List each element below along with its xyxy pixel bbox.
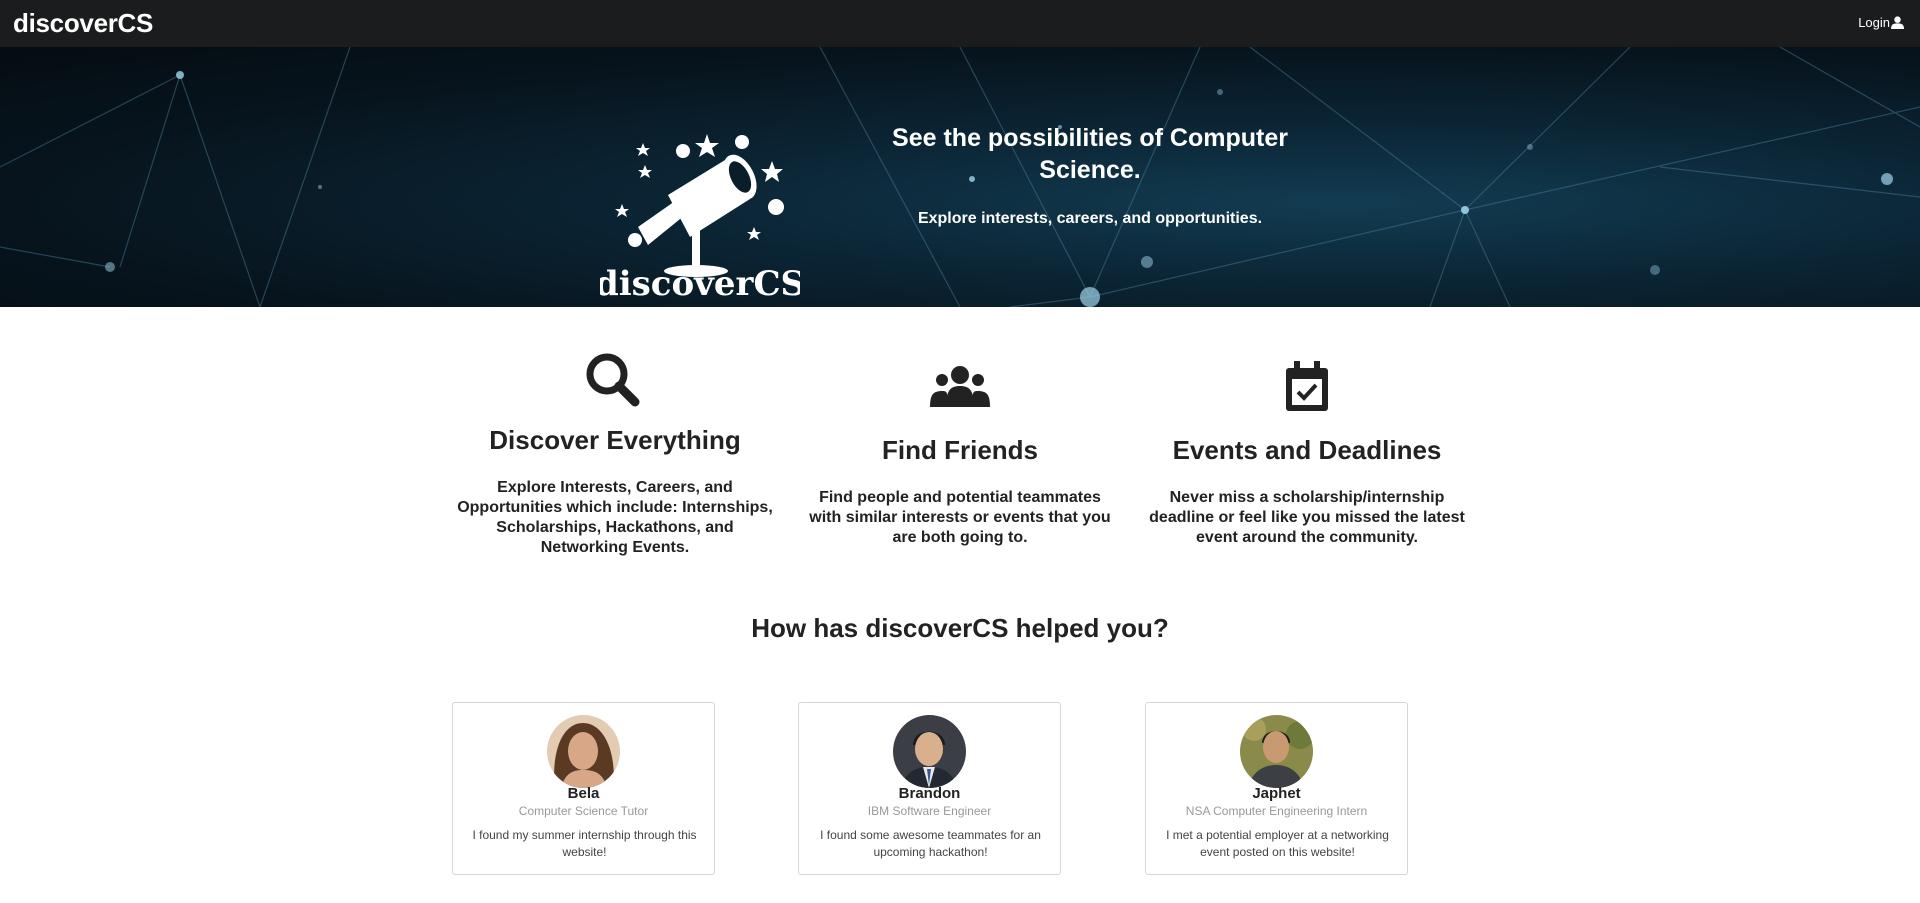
hero-title: See the possibilities of Computer Scienc… (892, 124, 1288, 184)
calendar-check-icon (1286, 361, 1328, 411)
avatar (893, 715, 966, 788)
search-icon (586, 353, 640, 407)
card-quote: I met a potential employer at a networki… (1166, 828, 1389, 859)
login-label: Login (1858, 15, 1890, 30)
card-quote: I found my summer internship through thi… (472, 828, 697, 859)
users-icon (930, 366, 990, 407)
feature-title: Find Friends (882, 435, 1038, 465)
feature-events: Events and Deadlines Never miss a schola… (1137, 345, 1477, 565)
feature-title: Discover Everything (489, 425, 741, 455)
card-name: Brandon (898, 785, 961, 802)
feature-description: Never miss a scholarship/internship dead… (1149, 489, 1465, 546)
testimonial-card: Bela Computer Science Tutor I found my s… (452, 702, 715, 875)
brand-logo[interactable]: discoverCS (13, 8, 153, 39)
testimonials-heading: How has discoverCS helped you? (751, 613, 1169, 643)
logo-wordmark: discoverCS (600, 264, 800, 304)
discovercs-telescope-logo: discoverCS (600, 134, 800, 304)
card-role: Computer Science Tutor (518, 804, 649, 818)
testimonial-card: Brandon IBM Software Engineer I found so… (798, 702, 1061, 875)
testimonial-card: Japhet NSA Computer Engineering Intern I… (1145, 702, 1408, 875)
avatar (547, 715, 620, 788)
feature-description: Find people and potential teammates with… (809, 489, 1111, 546)
hero-banner: discoverCS See the possibilities of Comp… (0, 47, 1920, 307)
card-name: Bela (567, 785, 600, 802)
navbar: discoverCS Login (0, 0, 1920, 47)
feature-discover: Discover Everything Explore Interests, C… (445, 345, 785, 565)
login-button[interactable]: Login (1858, 15, 1904, 30)
card-name: Japhet (1252, 785, 1301, 802)
feature-description: Explore Interests, Careers, and Opportun… (457, 479, 773, 556)
feature-friends: Find Friends Find people and potential t… (790, 345, 1130, 565)
card-role: IBM Software Engineer (867, 804, 992, 818)
card-quote: I found some awesome teammates for an up… (820, 828, 1041, 859)
card-role: NSA Computer Engineering Intern (1185, 804, 1368, 818)
avatar (1240, 715, 1313, 788)
feature-title: Events and Deadlines (1172, 435, 1442, 465)
user-icon (1891, 16, 1904, 29)
hero-subtitle: Explore interests, careers, and opportun… (917, 210, 1263, 227)
